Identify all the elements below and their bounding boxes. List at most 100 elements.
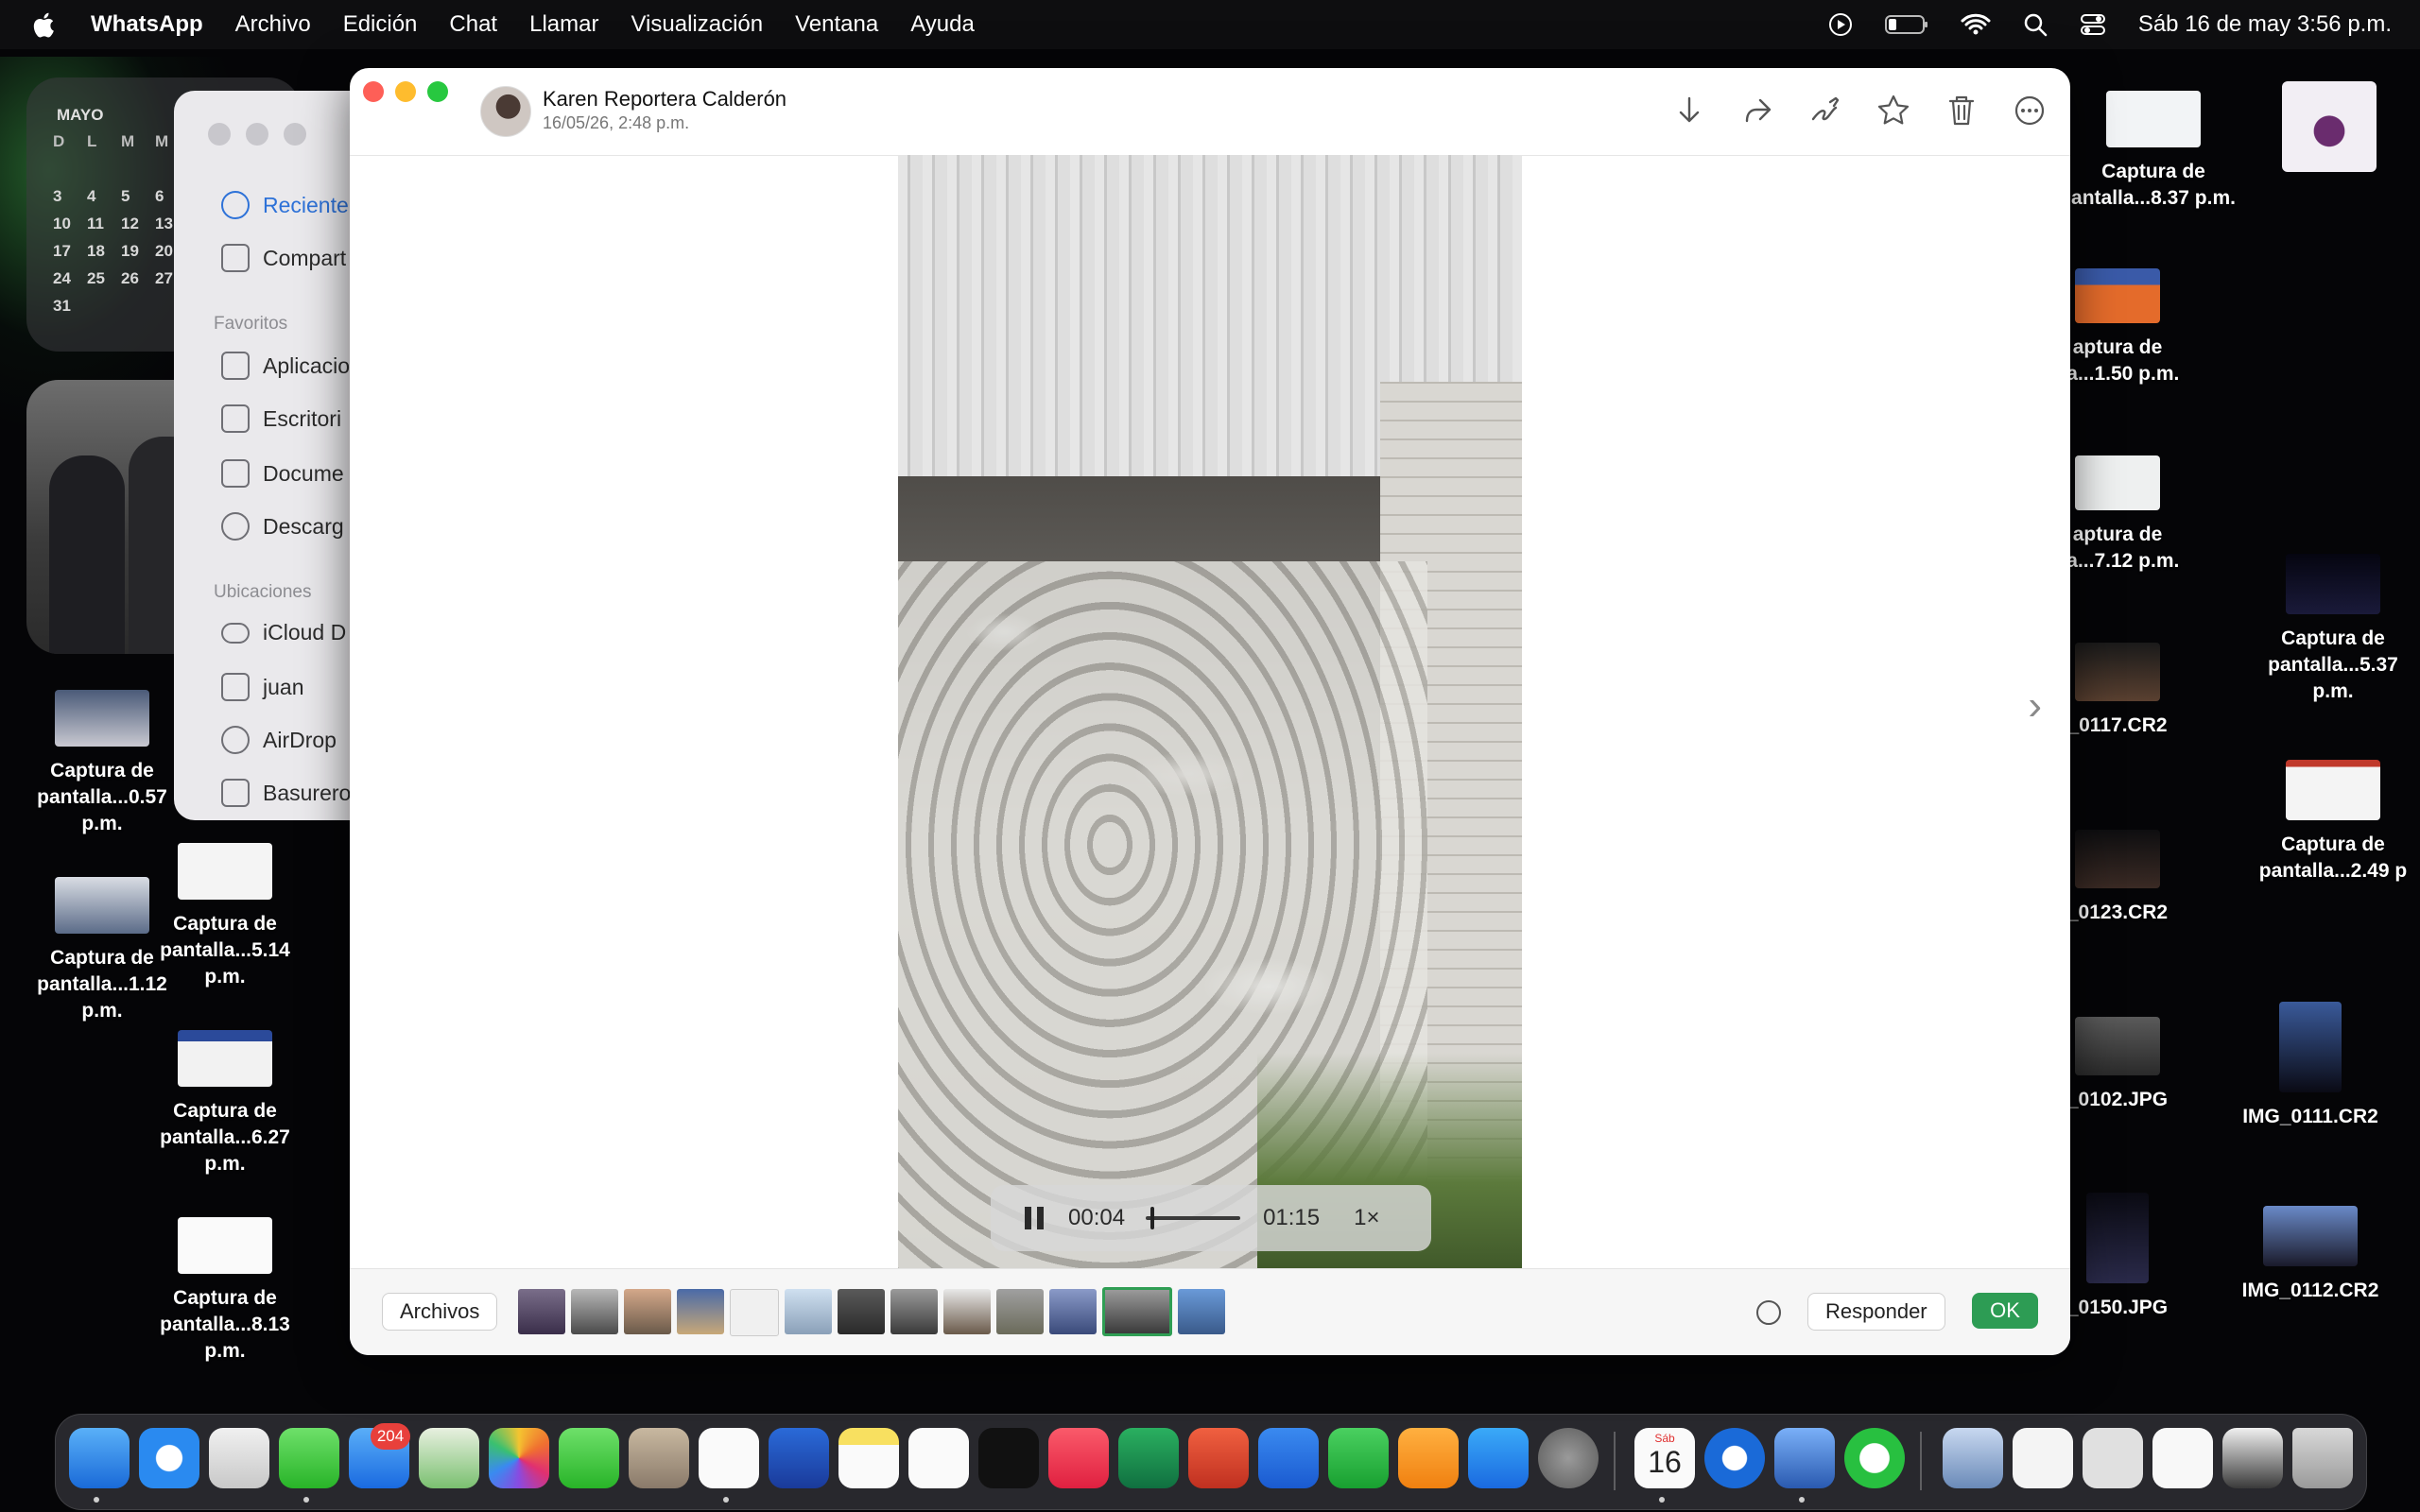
preview-app-icon[interactable] bbox=[1774, 1428, 1835, 1488]
launchpad-app-icon[interactable] bbox=[209, 1428, 269, 1488]
messages-app-icon[interactable] bbox=[279, 1428, 339, 1488]
media-thumbnail[interactable] bbox=[1178, 1289, 1225, 1334]
wifi-icon[interactable] bbox=[1961, 13, 1991, 36]
finder-window[interactable]: Reciente Compart Favoritos Aplicacio Esc… bbox=[174, 91, 363, 820]
powerpoint-app-icon[interactable] bbox=[1188, 1428, 1249, 1488]
reply-button[interactable]: Responder bbox=[1807, 1293, 1945, 1331]
zoom-button[interactable] bbox=[427, 81, 448, 102]
recent-document-icon[interactable] bbox=[1943, 1428, 2003, 1488]
menu-chat[interactable]: Chat bbox=[449, 11, 497, 38]
quicktime-app-icon[interactable] bbox=[1704, 1428, 1765, 1488]
tv-app-icon[interactable] bbox=[978, 1428, 1039, 1488]
safari-app-icon[interactable] bbox=[139, 1428, 199, 1488]
desktop-file[interactable]: Captura de pantalla...8.13 p.m. bbox=[140, 1217, 310, 1365]
media-thumbnail[interactable] bbox=[1049, 1289, 1097, 1334]
menu-ventana[interactable]: Ventana bbox=[795, 11, 878, 38]
download-icon[interactable] bbox=[1669, 91, 1709, 130]
desktop-file[interactable]: IMG_0111.CR2 bbox=[2225, 1002, 2395, 1130]
desktop-file[interactable]: Captura de antalla...8.37 p.m. bbox=[2068, 91, 2238, 212]
photos-app-icon[interactable] bbox=[489, 1428, 549, 1488]
ok-button[interactable]: OK bbox=[1972, 1293, 2038, 1329]
desktop-file[interactable]: Captura de pantalla...5.37 p.m. bbox=[2248, 554, 2418, 705]
media-thumbnail[interactable] bbox=[785, 1289, 832, 1334]
close-button[interactable] bbox=[363, 81, 384, 102]
video-frame[interactable] bbox=[898, 155, 1522, 1270]
menubar-clock[interactable]: Sáb 16 de may 3:56 p.m. bbox=[2138, 11, 2392, 38]
control-center-icon[interactable] bbox=[2080, 12, 2106, 37]
sidebar-item-airdrop[interactable]: AirDrop bbox=[221, 726, 337, 754]
sidebar-item-applications[interactable]: Aplicacio bbox=[221, 352, 350, 380]
star-icon[interactable] bbox=[1874, 91, 1913, 130]
facetime-app-icon[interactable] bbox=[559, 1428, 619, 1488]
media-thumbnail[interactable] bbox=[943, 1289, 991, 1334]
trash-dock-icon[interactable] bbox=[2292, 1428, 2353, 1488]
apple-icon[interactable] bbox=[32, 10, 59, 39]
media-thumbnail[interactable] bbox=[890, 1289, 938, 1334]
media-thumbnail[interactable] bbox=[996, 1289, 1044, 1334]
freeform-app-icon[interactable] bbox=[908, 1428, 969, 1488]
desktop-file[interactable] bbox=[2282, 81, 2377, 172]
minimize-button[interactable] bbox=[395, 81, 416, 102]
next-media-arrow[interactable]: › bbox=[2028, 682, 2042, 730]
media-thumbnail-active[interactable] bbox=[1102, 1287, 1172, 1336]
excel-app-icon[interactable] bbox=[1118, 1428, 1179, 1488]
maps-app-icon[interactable] bbox=[419, 1428, 479, 1488]
sidebar-item-trash[interactable]: Basurero bbox=[221, 779, 351, 807]
media-thumbnail[interactable] bbox=[730, 1289, 779, 1336]
menu-llamar[interactable]: Llamar bbox=[529, 11, 598, 38]
media-thumbnail[interactable] bbox=[677, 1289, 724, 1334]
scrubber-knob[interactable] bbox=[1150, 1207, 1155, 1229]
reminders-app-icon[interactable] bbox=[699, 1428, 759, 1488]
calendar-app-icon[interactable]: Sáb 16 bbox=[1634, 1428, 1695, 1488]
progress-scrubber[interactable] bbox=[1146, 1207, 1241, 1229]
keynote-app-icon[interactable] bbox=[1258, 1428, 1319, 1488]
playback-rate-button[interactable]: 1× bbox=[1354, 1205, 1379, 1231]
recent-document-icon[interactable] bbox=[2152, 1428, 2213, 1488]
menu-edicion[interactable]: Edición bbox=[343, 11, 418, 38]
menu-ayuda[interactable]: Ayuda bbox=[910, 11, 975, 38]
forward-icon[interactable] bbox=[1737, 91, 1777, 130]
sidebar-item-home[interactable]: juan bbox=[221, 673, 303, 701]
sidebar-item-downloads[interactable]: Descarg bbox=[221, 512, 344, 541]
system-settings-app-icon[interactable] bbox=[1538, 1428, 1599, 1488]
numbers-app-icon[interactable] bbox=[1328, 1428, 1389, 1488]
recent-document-icon[interactable] bbox=[2083, 1428, 2143, 1488]
media-thumbnail[interactable] bbox=[838, 1289, 885, 1334]
desktop-file[interactable]: Captura de pantalla...6.27 p.m. bbox=[140, 1030, 310, 1177]
sidebar-item-shared[interactable]: Compart bbox=[221, 244, 346, 272]
files-button[interactable]: Archivos bbox=[382, 1293, 498, 1331]
media-thumbnail[interactable] bbox=[571, 1289, 618, 1334]
desktop-file[interactable]: IMG_0112.CR2 bbox=[2225, 1206, 2395, 1304]
sidebar-item-documents[interactable]: Docume bbox=[221, 459, 344, 488]
notes-app-icon[interactable] bbox=[838, 1428, 899, 1488]
play-status-icon[interactable] bbox=[1828, 12, 1853, 37]
media-thumbnail[interactable] bbox=[624, 1289, 671, 1334]
recent-document-icon[interactable] bbox=[2013, 1428, 2073, 1488]
minimize-button[interactable] bbox=[246, 123, 268, 146]
emoji-reaction-icon[interactable] bbox=[1756, 1300, 1781, 1325]
app-store-app-icon[interactable] bbox=[1468, 1428, 1529, 1488]
sidebar-item-desktop[interactable]: Escritori bbox=[221, 404, 341, 433]
spotlight-search-icon[interactable] bbox=[2023, 12, 2048, 37]
whatsapp-app-icon[interactable] bbox=[1844, 1428, 1905, 1488]
menu-archivo[interactable]: Archivo bbox=[235, 11, 311, 38]
markup-icon[interactable] bbox=[1806, 91, 1845, 130]
word-app-icon[interactable] bbox=[769, 1428, 829, 1488]
app-menu[interactable]: WhatsApp bbox=[91, 11, 203, 38]
media-thumbnail[interactable] bbox=[518, 1289, 565, 1334]
finder-app-icon[interactable] bbox=[69, 1428, 130, 1488]
desktop-file[interactable]: Captura de pantalla...0.57 p.m. bbox=[17, 690, 187, 837]
battery-icon[interactable] bbox=[1884, 13, 1928, 36]
desktop-file[interactable]: Captura de pantalla...5.14 p.m. bbox=[140, 843, 310, 990]
desktop-file[interactable]: Captura de pantalla...2.49 p bbox=[2248, 760, 2418, 885]
trash-icon[interactable] bbox=[1942, 91, 1981, 130]
menu-visualizacion[interactable]: Visualización bbox=[631, 11, 763, 38]
sidebar-item-icloud[interactable]: iCloud D bbox=[221, 620, 346, 645]
sidebar-item-recent[interactable]: Reciente bbox=[221, 191, 349, 219]
zoom-button[interactable] bbox=[284, 123, 306, 146]
sender-avatar[interactable] bbox=[480, 86, 531, 137]
pages-app-icon[interactable] bbox=[1398, 1428, 1459, 1488]
close-button[interactable] bbox=[208, 123, 231, 146]
contacts-app-icon[interactable] bbox=[629, 1428, 689, 1488]
media-viewer-window[interactable]: Karen Reportera Calderón 16/05/26, 2:48 … bbox=[350, 68, 2070, 1355]
